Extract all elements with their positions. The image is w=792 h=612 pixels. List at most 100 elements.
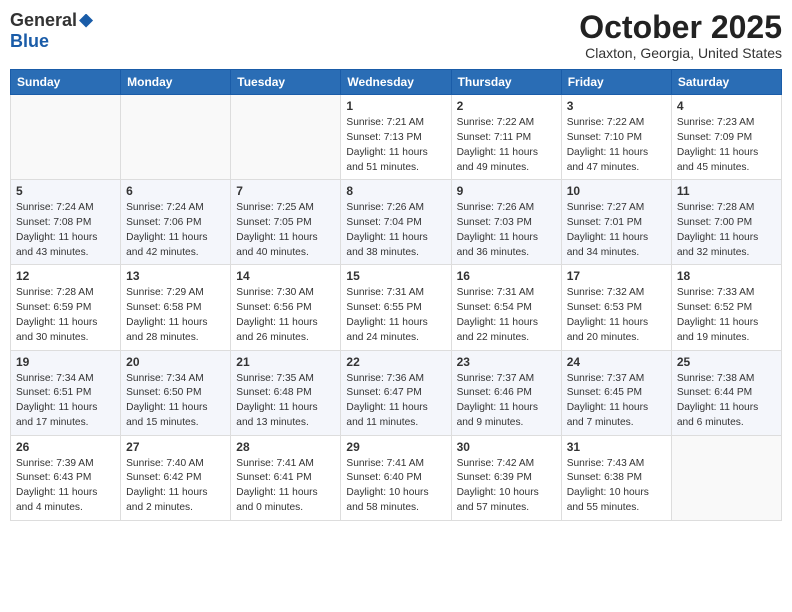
day-number: 18 — [677, 269, 776, 283]
day-info: Sunrise: 7:24 AM Sunset: 7:06 PM Dayligh… — [126, 201, 225, 260]
day-info: Sunrise: 7:23 AM Sunset: 7:09 PM Dayligh… — [677, 116, 776, 175]
day-number: 16 — [457, 269, 556, 283]
day-info: Sunrise: 7:34 AM Sunset: 6:51 PM Dayligh… — [16, 372, 115, 431]
calendar-day-12: 12 Sunrise: 7:28 AM Sunset: 6:59 PM Dayli… — [11, 265, 121, 350]
calendar-day-11: 11 Sunrise: 7:28 AM Sunset: 7:00 PM Dayli… — [671, 180, 781, 265]
calendar-day-5: 5 Sunrise: 7:24 AM Sunset: 7:08 PM Daylig… — [11, 180, 121, 265]
day-info: Sunrise: 7:26 AM Sunset: 7:04 PM Dayligh… — [346, 201, 445, 260]
day-number: 10 — [567, 184, 666, 198]
day-number: 24 — [567, 355, 666, 369]
day-number: 5 — [16, 184, 115, 198]
title-block: October 2025 Claxton, Georgia, United St… — [579, 10, 782, 61]
day-number: 8 — [346, 184, 445, 198]
calendar-day-6: 6 Sunrise: 7:24 AM Sunset: 7:06 PM Daylig… — [121, 180, 231, 265]
day-info: Sunrise: 7:22 AM Sunset: 7:11 PM Dayligh… — [457, 116, 556, 175]
col-header-sunday: Sunday — [11, 70, 121, 95]
calendar-day-empty — [231, 95, 341, 180]
day-number: 23 — [457, 355, 556, 369]
day-number: 27 — [126, 440, 225, 454]
calendar-day-7: 7Sunrise: 7:25 AM Sunset: 7:05 PM Daylig… — [231, 180, 341, 265]
day-number: 15 — [346, 269, 445, 283]
day-number: 6 — [126, 184, 225, 198]
day-info: Sunrise: 7:35 AM Sunset: 6:48 PM Dayligh… — [236, 372, 335, 431]
calendar-day-18: 18Sunrise: 7:33 AM Sunset: 6:52 PM Dayli… — [671, 265, 781, 350]
calendar-week-row: 5 Sunrise: 7:24 AM Sunset: 7:08 PM Daylig… — [11, 180, 782, 265]
calendar-day-28: 28 Sunrise: 7:41 AM Sunset: 6:41 PM Dayli… — [231, 435, 341, 520]
logo-blue-text: Blue — [10, 31, 49, 52]
day-number: 4 — [677, 99, 776, 113]
col-header-friday: Friday — [561, 70, 671, 95]
day-info: Sunrise: 7:38 AM Sunset: 6:44 PM Dayligh… — [677, 372, 776, 431]
calendar-day-16: 16 Sunrise: 7:31 AM Sunset: 6:54 PM Dayli… — [451, 265, 561, 350]
col-header-monday: Monday — [121, 70, 231, 95]
calendar-day-19: 19 Sunrise: 7:34 AM Sunset: 6:51 PM Dayli… — [11, 350, 121, 435]
calendar-week-row: 26 Sunrise: 7:39 AM Sunset: 6:43 PM Dayli… — [11, 435, 782, 520]
logo-diamond-icon — [79, 14, 93, 28]
day-info: Sunrise: 7:37 AM Sunset: 6:45 PM Dayligh… — [567, 372, 666, 431]
location-text: Claxton, Georgia, United States — [579, 45, 782, 61]
calendar-day-20: 20 Sunrise: 7:34 AM Sunset: 6:50 PM Dayli… — [121, 350, 231, 435]
day-number: 11 — [677, 184, 776, 198]
calendar-table: SundayMondayTuesdayWednesdayThursdayFrid… — [10, 69, 782, 521]
day-info: Sunrise: 7:28 AM Sunset: 7:00 PM Dayligh… — [677, 201, 776, 260]
day-info: Sunrise: 7:21 AM Sunset: 7:13 PM Dayligh… — [346, 116, 445, 175]
calendar-day-3: 3 Sunrise: 7:22 AM Sunset: 7:10 PM Daylig… — [561, 95, 671, 180]
day-number: 3 — [567, 99, 666, 113]
day-info: Sunrise: 7:42 AM Sunset: 6:39 PM Dayligh… — [457, 457, 556, 516]
day-number: 17 — [567, 269, 666, 283]
day-info: Sunrise: 7:28 AM Sunset: 6:59 PM Dayligh… — [16, 286, 115, 345]
day-number: 9 — [457, 184, 556, 198]
day-info: Sunrise: 7:26 AM Sunset: 7:03 PM Dayligh… — [457, 201, 556, 260]
day-number: 12 — [16, 269, 115, 283]
day-info: Sunrise: 7:34 AM Sunset: 6:50 PM Dayligh… — [126, 372, 225, 431]
calendar-day-25: 25Sunrise: 7:38 AM Sunset: 6:44 PM Dayli… — [671, 350, 781, 435]
calendar-day-23: 23 Sunrise: 7:37 AM Sunset: 6:46 PM Dayli… — [451, 350, 561, 435]
day-info: Sunrise: 7:27 AM Sunset: 7:01 PM Dayligh… — [567, 201, 666, 260]
day-info: Sunrise: 7:24 AM Sunset: 7:08 PM Dayligh… — [16, 201, 115, 260]
calendar-day-1: 1 Sunrise: 7:21 AM Sunset: 7:13 PM Daylig… — [341, 95, 451, 180]
day-info: Sunrise: 7:36 AM Sunset: 6:47 PM Dayligh… — [346, 372, 445, 431]
day-info: Sunrise: 7:41 AM Sunset: 6:41 PM Dayligh… — [236, 457, 335, 516]
calendar-day-15: 15 Sunrise: 7:31 AM Sunset: 6:55 PM Dayli… — [341, 265, 451, 350]
calendar-day-29: 29Sunrise: 7:41 AM Sunset: 6:40 PM Dayli… — [341, 435, 451, 520]
calendar-day-9: 9 Sunrise: 7:26 AM Sunset: 7:03 PM Daylig… — [451, 180, 561, 265]
day-info: Sunrise: 7:40 AM Sunset: 6:42 PM Dayligh… — [126, 457, 225, 516]
day-info: Sunrise: 7:22 AM Sunset: 7:10 PM Dayligh… — [567, 116, 666, 175]
calendar-day-26: 26 Sunrise: 7:39 AM Sunset: 6:43 PM Dayli… — [11, 435, 121, 520]
calendar-day-14: 14Sunrise: 7:30 AM Sunset: 6:56 PM Dayli… — [231, 265, 341, 350]
day-info: Sunrise: 7:37 AM Sunset: 6:46 PM Dayligh… — [457, 372, 556, 431]
day-number: 26 — [16, 440, 115, 454]
day-info: Sunrise: 7:31 AM Sunset: 6:55 PM Dayligh… — [346, 286, 445, 345]
day-number: 1 — [346, 99, 445, 113]
day-number: 28 — [236, 440, 335, 454]
day-info: Sunrise: 7:30 AM Sunset: 6:56 PM Dayligh… — [236, 286, 335, 345]
day-number: 20 — [126, 355, 225, 369]
calendar-week-row: 19 Sunrise: 7:34 AM Sunset: 6:51 PM Dayli… — [11, 350, 782, 435]
calendar-day-21: 21 Sunrise: 7:35 AM Sunset: 6:48 PM Dayli… — [231, 350, 341, 435]
calendar-day-2: 2Sunrise: 7:22 AM Sunset: 7:11 PM Daylig… — [451, 95, 561, 180]
logo: General Blue — [10, 10, 93, 52]
day-info: Sunrise: 7:29 AM Sunset: 6:58 PM Dayligh… — [126, 286, 225, 345]
calendar-day-10: 10 Sunrise: 7:27 AM Sunset: 7:01 PM Dayli… — [561, 180, 671, 265]
col-header-tuesday: Tuesday — [231, 70, 341, 95]
calendar-day-4: 4 Sunrise: 7:23 AM Sunset: 7:09 PM Daylig… — [671, 95, 781, 180]
day-info: Sunrise: 7:39 AM Sunset: 6:43 PM Dayligh… — [16, 457, 115, 516]
col-header-wednesday: Wednesday — [341, 70, 451, 95]
calendar-day-13: 13 Sunrise: 7:29 AM Sunset: 6:58 PM Dayli… — [121, 265, 231, 350]
calendar-header-row: SundayMondayTuesdayWednesdayThursdayFrid… — [11, 70, 782, 95]
calendar-day-8: 8 Sunrise: 7:26 AM Sunset: 7:04 PM Daylig… — [341, 180, 451, 265]
logo-general-text: General — [10, 10, 77, 31]
day-info: Sunrise: 7:31 AM Sunset: 6:54 PM Dayligh… — [457, 286, 556, 345]
calendar-day-empty — [121, 95, 231, 180]
col-header-thursday: Thursday — [451, 70, 561, 95]
day-number: 30 — [457, 440, 556, 454]
page-header: General Blue October 2025 Claxton, Georg… — [10, 10, 782, 61]
day-number: 19 — [16, 355, 115, 369]
col-header-saturday: Saturday — [671, 70, 781, 95]
calendar-day-24: 24 Sunrise: 7:37 AM Sunset: 6:45 PM Dayli… — [561, 350, 671, 435]
calendar-day-17: 17Sunrise: 7:32 AM Sunset: 6:53 PM Dayli… — [561, 265, 671, 350]
day-number: 7 — [236, 184, 335, 198]
day-number: 21 — [236, 355, 335, 369]
calendar-day-empty — [671, 435, 781, 520]
day-number: 13 — [126, 269, 225, 283]
